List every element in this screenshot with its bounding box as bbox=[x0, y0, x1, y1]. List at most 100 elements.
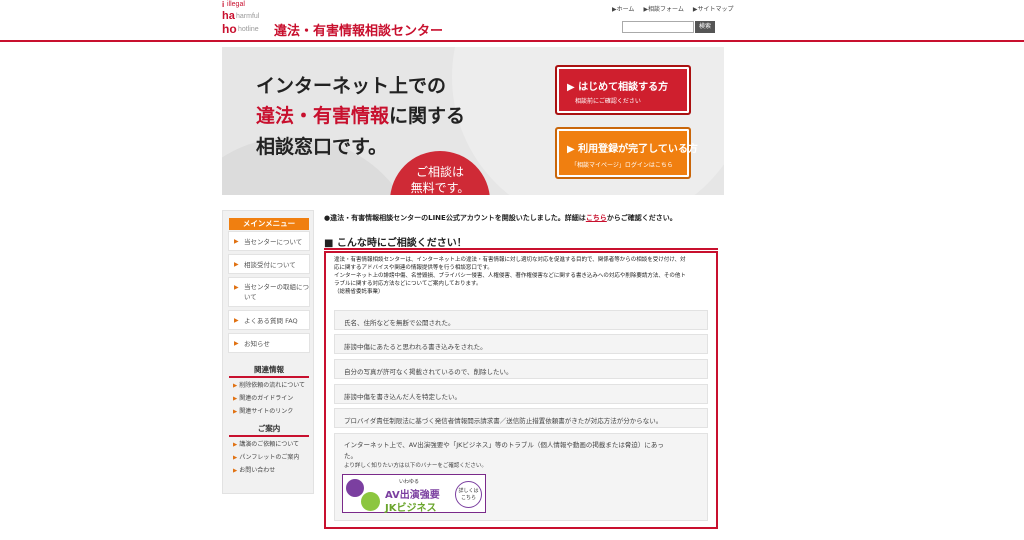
triangle-right-icon: ▶ bbox=[233, 383, 238, 389]
logo-mark-2: ha bbox=[222, 10, 235, 22]
free-badge-line1: ご相談は bbox=[415, 165, 464, 179]
related-link-label: 関連のガイドライン bbox=[239, 395, 294, 402]
guide-title: ご案内 bbox=[229, 423, 309, 437]
case-item: 氏名、住所などを無断で公開された。 bbox=[334, 310, 708, 330]
registered-user-login-button[interactable]: ▶ 利用登録が完了している方 「相談マイページ」ログインはこちら bbox=[555, 127, 698, 179]
triangle-right-icon: ▶ bbox=[234, 284, 239, 291]
nav-sitemap-link[interactable]: ▶サイトマップ bbox=[693, 4, 734, 13]
triangle-right-icon: ▶ bbox=[234, 238, 239, 245]
case-item: プロバイダ責任制限法に基づく発信者情報開示請求書／送信防止措置依頼書がきたが対応… bbox=[334, 408, 708, 428]
top-navigation: ▶ホーム ▶相談フォーム ▶サイトマップ bbox=[612, 4, 734, 13]
logo-mark-3: ho bbox=[222, 22, 237, 36]
notice-link[interactable]: こちら bbox=[586, 214, 607, 222]
main-menu-title: メインメニュー bbox=[229, 218, 309, 230]
sidebar-item-initiatives[interactable]: ▶ 当センターの取組について bbox=[228, 277, 310, 307]
triangle-right-icon: ▶ bbox=[233, 442, 238, 448]
case-note: より詳しく知りたい方は以下のバナーをご確認ください。 bbox=[344, 463, 487, 469]
hero-heading-line2-rest: に関する bbox=[389, 105, 466, 127]
sidebar-item-label: 当センターについて bbox=[244, 238, 303, 246]
first-time-consult-button[interactable]: ▶ はじめて相談する方 相談前にご確認ください bbox=[555, 65, 691, 115]
free-badge-line2: 無料です。 bbox=[410, 181, 470, 195]
banner-more-line1: 詳しくは bbox=[458, 488, 479, 494]
triangle-right-icon: ▶ bbox=[233, 396, 238, 402]
hero-highlight: 違法・有害情報 bbox=[256, 105, 390, 127]
site-logo[interactable]: i illegal ha harmful ho hotline bbox=[222, 0, 268, 38]
intro-line: ラブルに関する対応方法などについてご案内しております。 bbox=[334, 281, 482, 287]
sidebar-item-label: お知らせ bbox=[244, 340, 270, 348]
sidebar-item-label: 相談受付について bbox=[244, 261, 296, 269]
line-account-notice: ●違法・有害情報相談センターのLINE公式アカウントを開設いたしました。詳細はこ… bbox=[324, 213, 677, 223]
triangle-right-icon: ▶ bbox=[233, 409, 238, 415]
triangle-right-icon: ▶ bbox=[234, 261, 239, 268]
notice-text: ●違法・有害情報相談センターのLINE公式アカウントを開設いたしました。詳細は bbox=[324, 214, 586, 222]
hero-banner: インターネット上での 違法・有害情報に関する 相談窓口です。 ご相談は 無料です… bbox=[222, 47, 724, 195]
banner-more-badge: 詳しくは こちら bbox=[455, 481, 482, 508]
sidebar-item-news[interactable]: ▶ お知らせ bbox=[228, 333, 310, 353]
registered-user-sublabel: 「相談マイページ」ログインはこちら bbox=[571, 162, 673, 169]
intro-line: 違法・有害情報相談センターは、インターネット上の違法・有害情報に対し適切な対応を… bbox=[334, 257, 686, 263]
sidebar-item-label: よくある質問 FAQ bbox=[244, 317, 298, 325]
sidebar-item-reception[interactable]: ▶ 相談受付について bbox=[228, 254, 310, 274]
logo-word-1: illegal bbox=[227, 1, 245, 8]
banner-line2: JKビジネス bbox=[385, 503, 437, 514]
av-jk-business-banner[interactable]: いわゆる AV出演強要 JKビジネス 詳しくは こちら bbox=[342, 474, 486, 514]
hero-heading-line1: インターネット上での bbox=[256, 75, 447, 97]
related-info-title: 関連情報 bbox=[229, 364, 309, 378]
logo-word-2: harmful bbox=[236, 13, 260, 20]
guide-link-label: パンフレットのご案内 bbox=[239, 454, 300, 461]
case-text: 氏名、住所などを無断で公開された。 bbox=[344, 319, 455, 327]
guide-link-lecture[interactable]: ▶ 講演のご依頼について bbox=[233, 439, 299, 448]
section-divider bbox=[324, 248, 718, 250]
triangle-right-icon: ▶ bbox=[233, 455, 238, 461]
nav-home-link[interactable]: ▶ホーム bbox=[612, 4, 634, 13]
intro-line: 応に関するアドバイスや関連の情報提供等を行う相談窓口です。 bbox=[334, 265, 493, 271]
page: i illegal ha harmful ho hotline 違法・有害情報相… bbox=[0, 0, 1024, 540]
registered-user-label: ▶ 利用登録が完了している方 bbox=[567, 144, 698, 155]
related-link-deletion-flow[interactable]: ▶ 削除依頼の流れについて bbox=[233, 380, 305, 389]
case-text: 自分の写真が許可なく掲載されているので、削除したい。 bbox=[344, 368, 513, 376]
intro-line: （総務省委託事業） bbox=[334, 289, 384, 295]
sidebar: メインメニュー ▶ 当センターについて ▶ 相談受付について ▶ 当センターの取… bbox=[222, 210, 314, 494]
sidebar-item-about[interactable]: ▶ 当センターについて bbox=[228, 231, 310, 251]
triangle-right-icon: ▶ bbox=[233, 468, 238, 474]
case-text: インターネット上で、AV出演強要や「JKビジネス」等のトラブル（個人情報や動画の… bbox=[344, 441, 664, 449]
first-time-consult-sublabel: 相談前にご確認ください bbox=[575, 98, 641, 105]
case-item: 誹謗中傷を書き込んだ人を特定したい。 bbox=[334, 384, 708, 404]
guide-link-contact[interactable]: ▶ お問い合わせ bbox=[233, 465, 275, 474]
logo-mark-1: i bbox=[222, 0, 225, 9]
intro-text: 違法・有害情報相談センターは、インターネット上の違法・有害情報に対し適切な対応を… bbox=[334, 256, 712, 296]
triangle-right-icon: ▶ bbox=[234, 317, 239, 324]
related-link-label: 削除依頼の流れについて bbox=[239, 382, 306, 389]
search-input[interactable] bbox=[622, 21, 694, 33]
guide-link-pamphlet[interactable]: ▶ パンフレットのご案内 bbox=[233, 452, 299, 461]
sidebar-item-faq[interactable]: ▶ よくある質問 FAQ bbox=[228, 310, 310, 330]
banner-more-line2: こちら bbox=[460, 495, 476, 501]
guide-link-label: お問い合わせ bbox=[239, 467, 276, 474]
case-item: 誹謗中傷にあたると思われる書き込みをされた。 bbox=[334, 334, 708, 354]
related-link-guidelines[interactable]: ▶ 関連のガイドライン bbox=[233, 393, 293, 402]
hero-heading-line2: 違法・有害情報に関する bbox=[256, 101, 465, 128]
related-link-label: 関連サイトのリンク bbox=[239, 408, 294, 415]
site-title: 違法・有害情報相談センター bbox=[274, 24, 444, 39]
case-text-cont: た。 bbox=[344, 452, 357, 460]
case-item: 自分の写真が許可なく掲載されているので、削除したい。 bbox=[334, 359, 708, 379]
sidebar-item-label: 当センターの取組について bbox=[244, 283, 309, 301]
banner-small-text: いわゆる bbox=[399, 479, 420, 485]
character-purple-icon bbox=[346, 479, 364, 497]
intro-line: インターネット上の誹謗中傷、名誉毀損、プライバシー侵害、人権侵害、著作権侵害など… bbox=[334, 273, 686, 279]
first-time-consult-label: ▶ はじめて相談する方 bbox=[567, 82, 669, 93]
related-link-sites[interactable]: ▶ 関連サイトのリンク bbox=[233, 406, 293, 415]
case-text: 誹謗中傷にあたると思われる書き込みをされた。 bbox=[344, 343, 487, 351]
notice-text-suffix: からご確認ください。 bbox=[606, 214, 677, 222]
triangle-right-icon: ▶ bbox=[234, 340, 239, 347]
character-green-icon bbox=[361, 492, 380, 511]
section-title: ■ こんな時にご相談ください！ bbox=[324, 238, 467, 249]
guide-link-label: 講演のご依頼について bbox=[239, 441, 300, 448]
case-text: プロバイダ責任制限法に基づく発信者情報開示請求書／送信防止措置依頼書がきたが対応… bbox=[344, 417, 663, 425]
nav-form-link[interactable]: ▶相談フォーム bbox=[643, 4, 683, 13]
case-text: 誹謗中傷を書き込んだ人を特定したい。 bbox=[344, 393, 461, 401]
header-divider bbox=[0, 40, 1024, 42]
logo-word-3: hotline bbox=[238, 26, 259, 33]
hero-heading-line3: 相談窓口です。 bbox=[256, 136, 388, 158]
search-button[interactable]: 検索 bbox=[695, 21, 715, 33]
